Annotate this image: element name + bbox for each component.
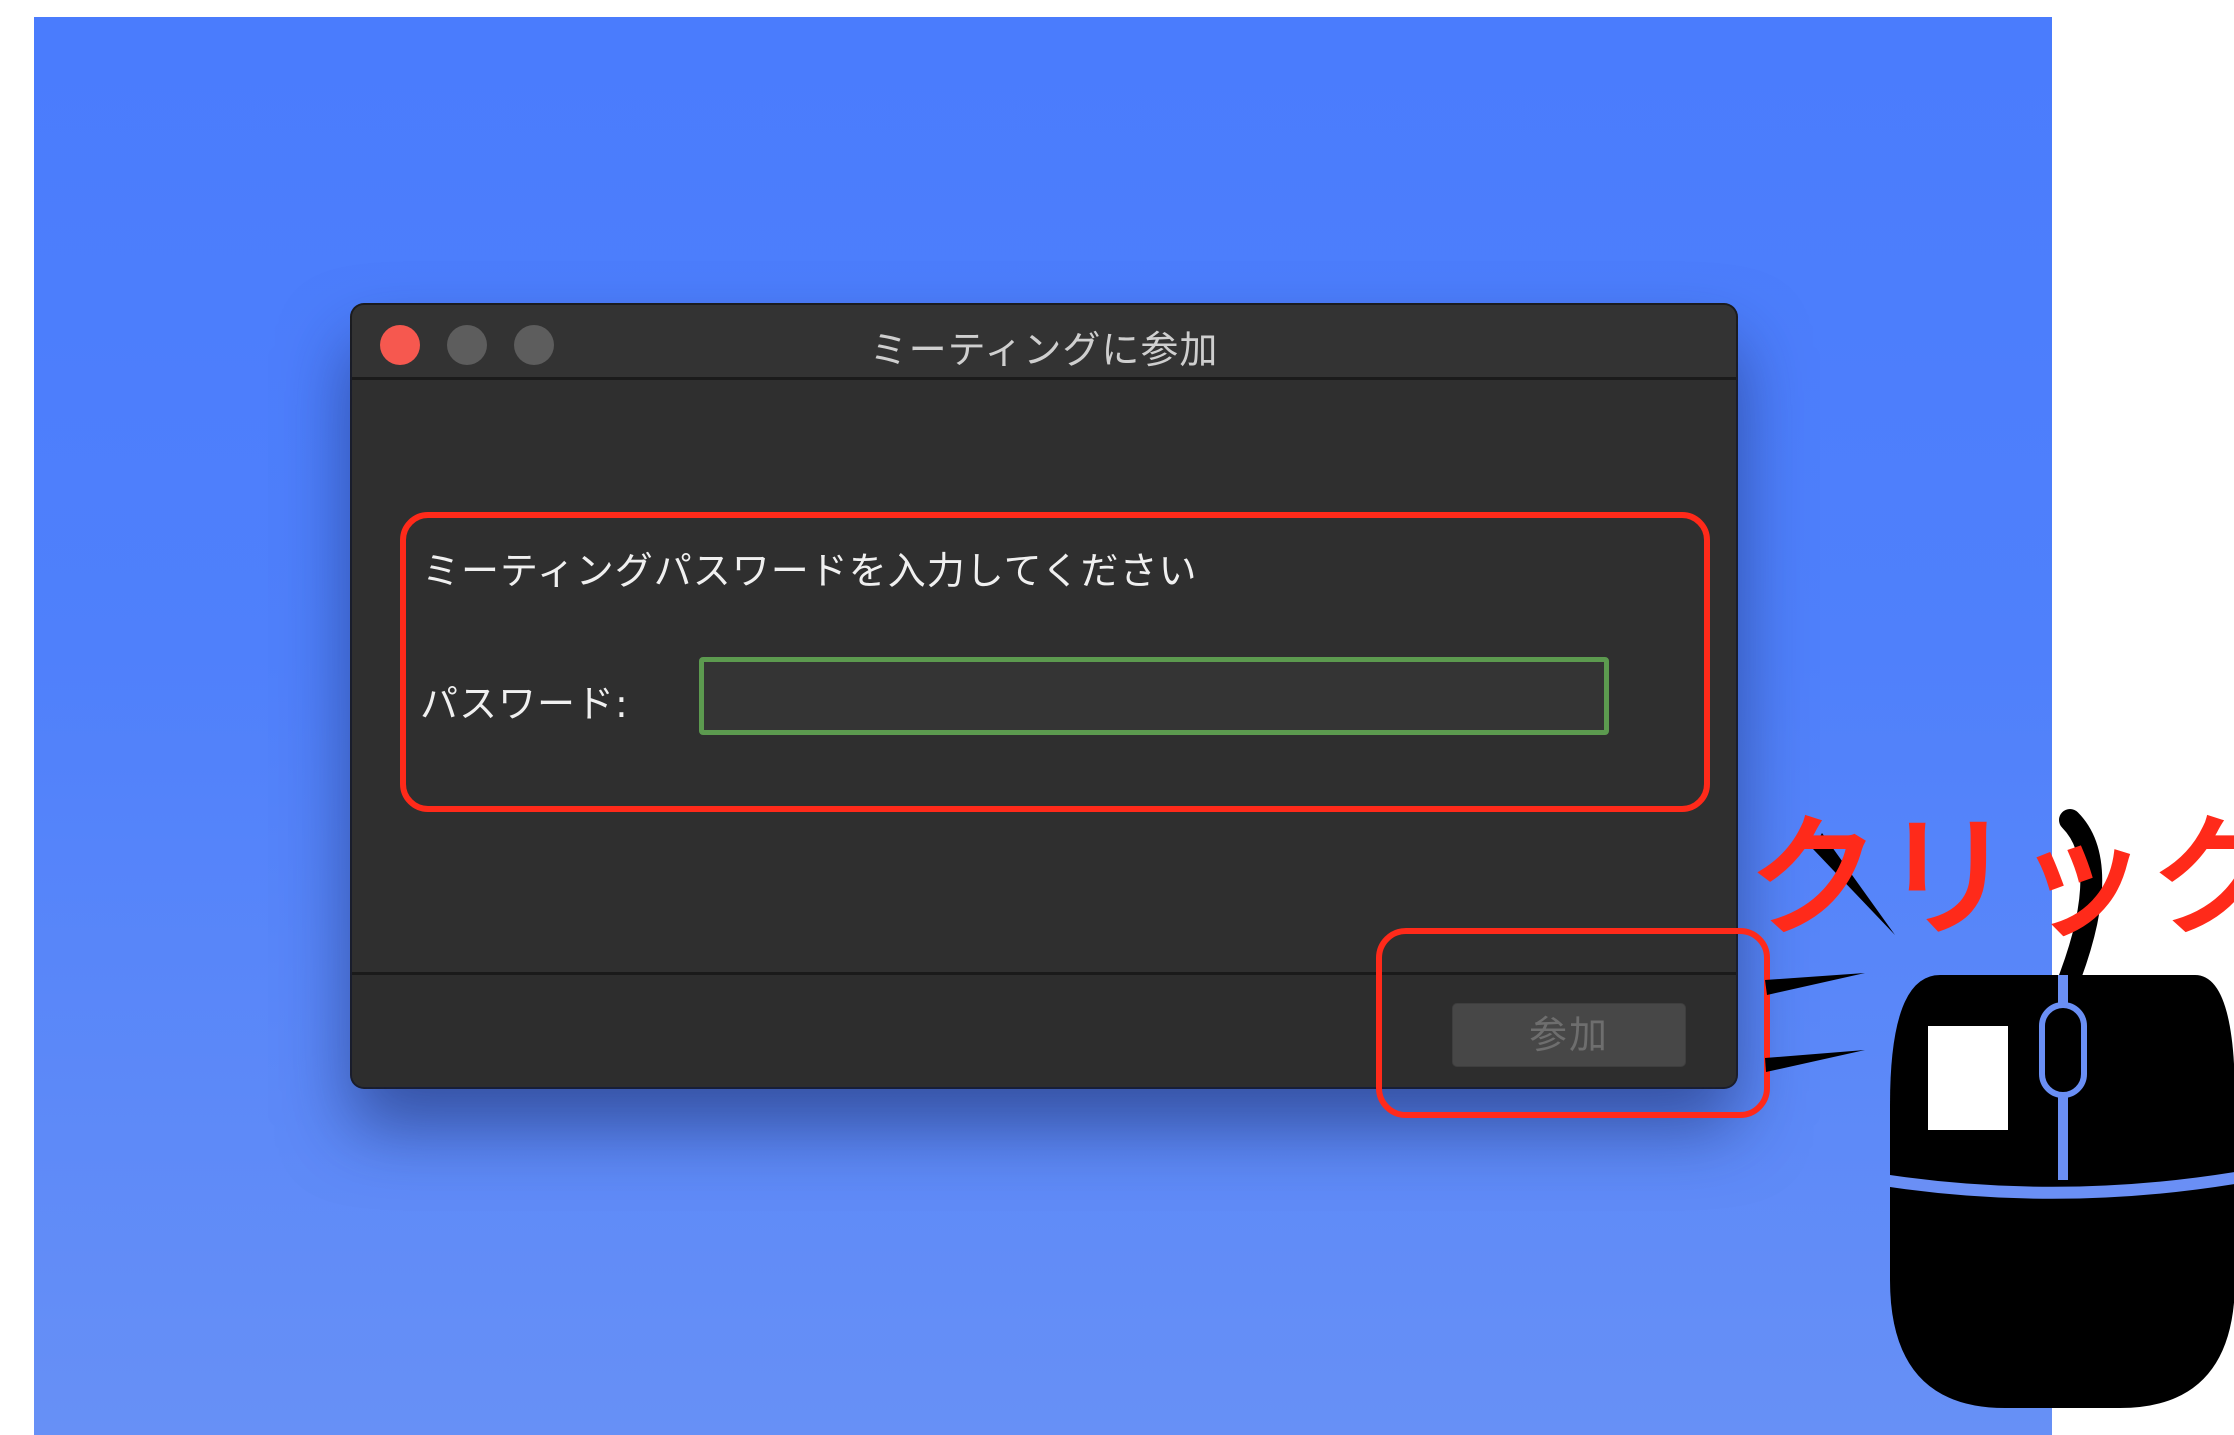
- join-button-highlight-frame: [1376, 928, 1770, 1118]
- password-highlight-frame: [400, 512, 1710, 812]
- click-annotation: クリック: [1748, 802, 2234, 956]
- window-title: ミーティングに参加: [869, 328, 1219, 372]
- title-bar: ミーティングに参加: [352, 305, 1736, 380]
